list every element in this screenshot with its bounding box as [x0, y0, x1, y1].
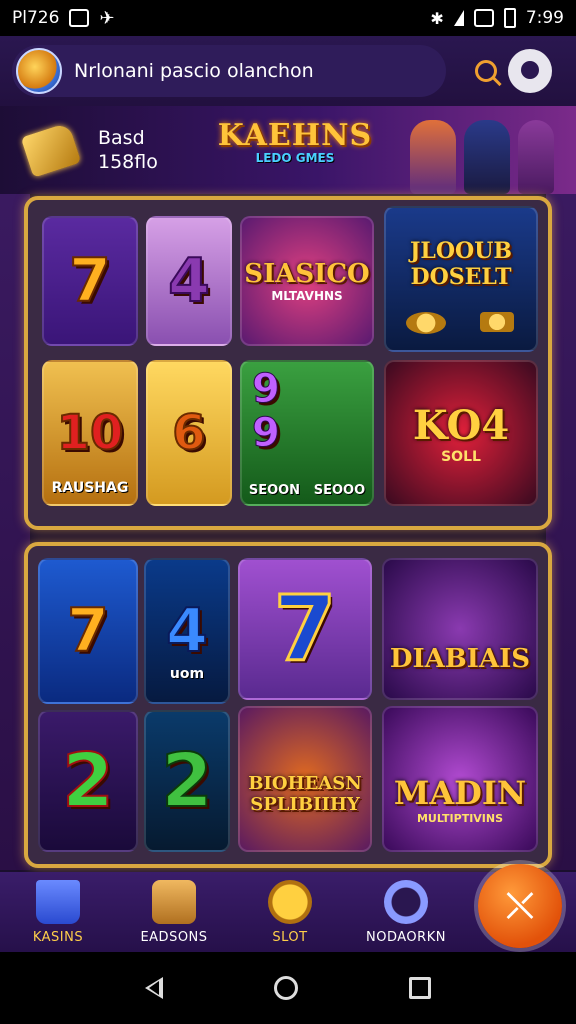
reel-symbol: 9: [252, 366, 281, 413]
game-tile[interactable]: 4: [146, 216, 232, 346]
game-tile[interactable]: 2: [144, 710, 230, 852]
reel-number: 7: [68, 245, 112, 317]
tile-title: SIASICO: [244, 259, 370, 289]
tile-subtitle: MULTIPTIVINS: [416, 811, 504, 825]
banner-logo-title: KAEHNS: [217, 118, 373, 153]
game-tile[interactable]: KO4 SOLL: [384, 360, 538, 506]
search-circle-icon: [384, 880, 428, 924]
banner-logo-subtitle: LEDO GMES: [255, 151, 335, 165]
reel-symbol: 9: [252, 410, 281, 457]
reel-number: 4: [167, 245, 211, 317]
tile-subtitle: SOLL: [441, 448, 481, 465]
banner-logo: KAEHNS LEDO GMES: [206, 118, 384, 182]
nav-item-slot[interactable]: SLOT: [232, 880, 348, 945]
banner-line-2: 158flo: [98, 151, 158, 173]
game-tile[interactable]: 2: [38, 710, 138, 852]
game-tile[interactable]: 9 9 SEOON SEOOO: [240, 360, 374, 506]
nav-label: KASINS: [32, 930, 84, 945]
tile-title: DIABIAIS: [389, 644, 531, 674]
reel-symbol: 7: [272, 575, 338, 683]
nav-item-eadsons[interactable]: EADSONS: [116, 880, 232, 945]
nav-item-kasins[interactable]: KASINS: [0, 880, 116, 945]
game-tile[interactable]: 6: [146, 360, 232, 506]
tile-label: SEOOO: [313, 483, 366, 498]
app-header: Nrlonani pascio olanchon: [0, 36, 576, 106]
tile-title: MADIN: [393, 773, 527, 812]
profile-button[interactable]: [508, 49, 552, 93]
mascot-image: [464, 120, 510, 194]
notification-icon: [69, 9, 90, 27]
nav-item-nodaorkn[interactable]: NODAORKN: [348, 880, 464, 945]
search-button[interactable]: [464, 49, 508, 93]
game-tile[interactable]: MADIN MULTIPTIVINS: [382, 706, 538, 852]
system-nav-bar: [0, 952, 576, 1024]
mascot-image: [410, 120, 456, 194]
reel-caption: uom: [169, 666, 205, 682]
game-tile[interactable]: SIASICO MLTAVHNS: [240, 216, 374, 346]
nav-label: SLOT: [272, 930, 308, 945]
mascot-image: [518, 120, 554, 194]
nav-label: EADSONS: [140, 930, 208, 945]
reel-number: 6: [171, 404, 206, 462]
briefcase-icon: [152, 880, 196, 924]
status-bar: Pl726 ✈ ✱ 7:99: [0, 0, 576, 36]
game-tile[interactable]: 7: [238, 558, 372, 700]
banner-mascots: [410, 112, 560, 194]
alarm-icon: [473, 9, 494, 27]
coin-icon: [268, 880, 312, 924]
game-panel-1: 7 4 10 RAUSHAG 6 SIASICO MLTAVHNS 9 9 SE…: [24, 196, 552, 530]
reel-number: 2: [160, 737, 213, 825]
game-panel-2: 7 4 uom 2 2 7 BIOHEASN SPLIBIIHY DIABIAI…: [24, 542, 552, 868]
reel-number: 7: [66, 595, 110, 667]
tile-label: SEOON: [248, 483, 301, 498]
tile-label: RAUSHAG: [51, 480, 129, 496]
recents-icon[interactable]: [408, 977, 431, 999]
game-tile[interactable]: DIABIAIS: [382, 558, 538, 700]
tile-subtitle: MLTAVHNS: [271, 289, 343, 303]
status-time: 7:99: [525, 8, 564, 28]
game-tile[interactable]: 7: [42, 216, 138, 346]
tile-title: JLOOUB DOSELT: [410, 238, 512, 290]
fab-button[interactable]: ⤬: [478, 864, 562, 948]
tile-title: KO4: [412, 401, 510, 449]
bluetooth-icon: ✱: [430, 8, 444, 28]
chip-icon: [480, 312, 514, 332]
battery-icon: [503, 8, 516, 28]
reel-number: 4: [165, 595, 209, 667]
search-bar[interactable]: Nrlonani pascio olanchon: [12, 45, 446, 97]
search-icon: [475, 60, 497, 82]
x-icon: ⤬: [506, 886, 534, 926]
status-left-text: Pl726: [12, 8, 60, 28]
back-icon[interactable]: [145, 977, 164, 999]
game-tile[interactable]: 4 uom: [144, 558, 230, 704]
banner-line-1: Basd: [98, 127, 145, 149]
gold-bag-icon: [20, 122, 82, 178]
reel-number: 2: [61, 737, 114, 825]
signal-icon: [453, 10, 464, 26]
game-tile[interactable]: BIOHEASN SPLIBIIHY: [238, 706, 372, 852]
home-icon[interactable]: [273, 976, 298, 1000]
app-logo-icon[interactable]: [16, 48, 62, 94]
game-tile[interactable]: JLOOUB DOSELT: [384, 206, 538, 352]
reel-number: 10: [56, 404, 125, 462]
nav-label: NODAORKN: [366, 930, 446, 945]
app-notification-icon: ✈: [99, 7, 115, 29]
bucket-icon: [36, 880, 80, 924]
game-tile[interactable]: 7: [38, 558, 138, 704]
search-input[interactable]: Nrlonani pascio olanchon: [74, 60, 314, 82]
game-tile[interactable]: 10 RAUSHAG: [42, 360, 138, 506]
tile-title: BIOHEASN SPLIBIIHY: [248, 773, 362, 815]
chip-icon: [406, 312, 446, 334]
